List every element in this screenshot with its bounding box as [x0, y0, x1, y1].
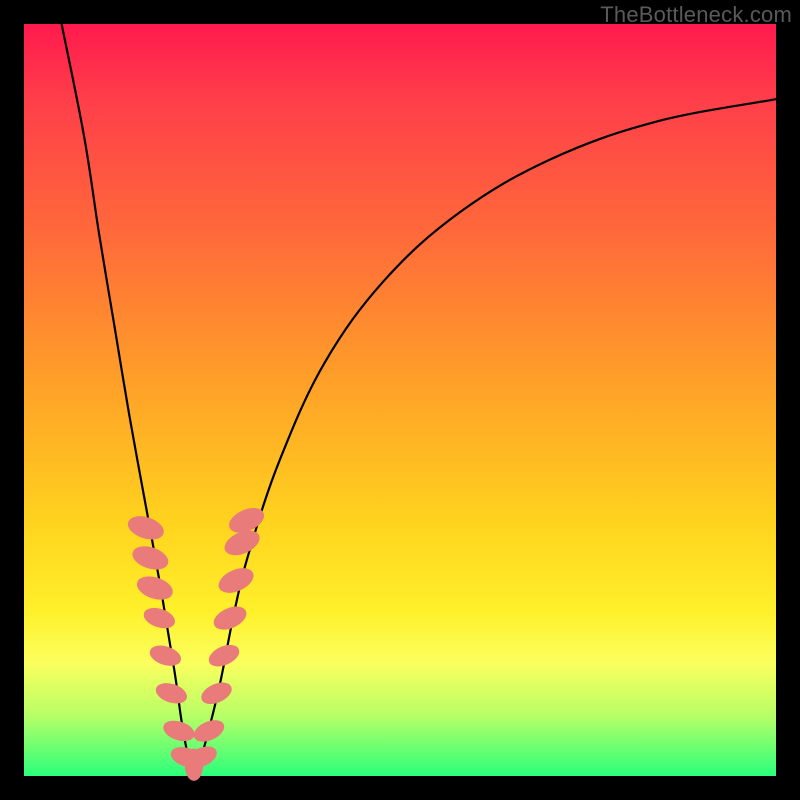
curve-marker — [161, 718, 196, 744]
curve-marker — [142, 605, 177, 631]
curve-marker — [130, 543, 171, 573]
plot-area — [24, 24, 776, 776]
curve-marker — [154, 680, 189, 706]
curve-marker — [135, 573, 176, 603]
curve-marker — [148, 642, 183, 668]
curve-marker — [191, 716, 227, 745]
curve-marker — [215, 564, 256, 597]
curve-svg — [24, 24, 776, 776]
curve-markers — [126, 504, 268, 781]
curve-marker — [126, 513, 167, 543]
chart-frame: TheBottleneck.com — [0, 0, 800, 800]
